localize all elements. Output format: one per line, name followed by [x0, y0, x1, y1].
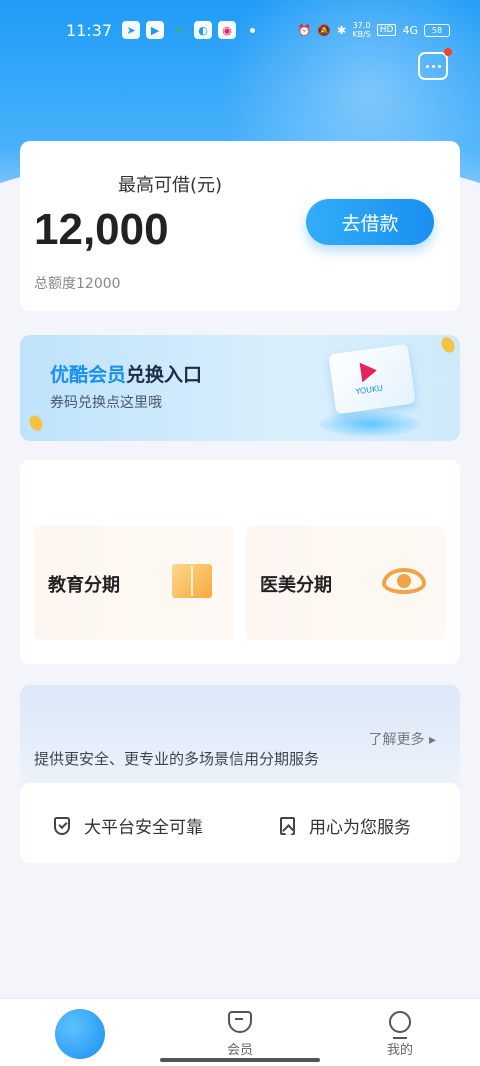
bottom-tab-bar: 会员 我的: [0, 998, 480, 1066]
feature-secure: 大平台安全可靠: [54, 813, 203, 838]
education-installment-item[interactable]: 教育分期: [34, 526, 234, 640]
banner-brand: 优酷会员: [50, 364, 127, 386]
service-description: 提供更安全、更专业的多场景信用分期服务: [34, 750, 320, 768]
network-speed-unit: KB/S: [352, 30, 371, 39]
banner-title-rest: 兑换入口: [126, 364, 203, 386]
more-notifications-icon: [250, 27, 256, 33]
loan-amount: 12,000: [34, 205, 169, 254]
service-features: 大平台安全可靠 用心为您服务: [20, 783, 460, 863]
banner-title: 优酷会员兑换入口: [50, 360, 202, 387]
feature-service: 用心为您服务: [280, 813, 411, 838]
person-icon: [389, 1011, 411, 1039]
message-dot-icon: [437, 64, 441, 68]
book-icon: [172, 564, 212, 598]
telegram-icon: ➤: [122, 21, 141, 39]
learn-more-link[interactable]: 了解更多 ▸: [369, 729, 436, 749]
youku-ticket-graphic: YOUKU: [328, 343, 416, 415]
bookmark-icon: [280, 816, 295, 835]
youku-logo-icon: [359, 360, 379, 383]
feature-secure-label: 大平台安全可靠: [84, 818, 203, 838]
alarm-icon: ⏰: [297, 23, 312, 37]
installment-card: 教育分期 医美分期: [20, 460, 460, 664]
mute-icon: 🔕: [317, 23, 332, 37]
tab-home[interactable]: [55, 1009, 105, 1059]
loan-limit-label: 最高可借(元): [118, 175, 223, 196]
signal-icon: 4G: [402, 23, 418, 37]
weibo-icon: ◉: [218, 21, 237, 39]
message-dot-icon: [425, 64, 429, 68]
youku-exchange-banner[interactable]: 优酷会员兑换入口 券码兑换点这里哦 YOUKU: [20, 335, 460, 441]
network-speed-value: 37.0: [352, 21, 371, 30]
video-app-icon: ▶: [146, 21, 165, 39]
coin-decoration: [26, 413, 46, 433]
status-bar: 11:37 ➤ ▶ ✦ ◐ ◉ ⏰ 🔕 ✱ 37.0 KB/S HD 4G 58: [0, 0, 480, 60]
loan-card: 最高可借(元) 12,000 总额度12000 去借款: [20, 141, 460, 311]
eye-icon: [382, 568, 426, 594]
medical-beauty-installment-item[interactable]: 医美分期: [246, 526, 446, 640]
education-installment-label: 教育分期: [48, 575, 120, 596]
service-intro-panel: 了解更多 ▸ 提供更安全、更专业的多场景信用分期服务: [20, 685, 460, 795]
loan-total-limit: 总额度12000: [34, 276, 121, 292]
network-speed: 37.0 KB/S: [352, 21, 371, 39]
youku-ticket-text: YOUKU: [355, 383, 384, 397]
message-button[interactable]: [418, 48, 452, 80]
banner-subtitle: 券码兑换点这里哦: [50, 395, 162, 411]
tab-member-label: 会员: [226, 1043, 253, 1058]
browser-app-icon: ◐: [194, 21, 213, 39]
status-indicators: ⏰ 🔕 ✱ 37.0 KB/S HD 4G 58: [298, 21, 450, 39]
borrow-button[interactable]: 去借款: [306, 199, 434, 245]
battery-icon: 58: [424, 23, 450, 37]
message-dot-icon: [431, 64, 435, 68]
shield-icon: [54, 816, 70, 835]
coin-decoration: [438, 335, 458, 355]
medical-beauty-installment-label: 医美分期: [260, 575, 332, 596]
leaf-app-icon: ✦: [174, 23, 184, 37]
member-icon: [228, 1011, 252, 1033]
home-indicator[interactable]: [160, 1058, 320, 1062]
feature-service-label: 用心为您服务: [309, 818, 411, 838]
status-time: 11:37: [66, 20, 113, 40]
tab-member[interactable]: 会员: [210, 1009, 270, 1058]
tab-mine[interactable]: 我的: [370, 1009, 430, 1058]
hd-badge: HD: [376, 24, 397, 36]
status-app-icons: ➤ ▶ ✦ ◐ ◉: [122, 21, 256, 39]
bluetooth-icon: ✱: [337, 23, 347, 37]
tab-mine-label: 我的: [386, 1043, 413, 1058]
banner-pedestal-graphic: [320, 411, 420, 437]
